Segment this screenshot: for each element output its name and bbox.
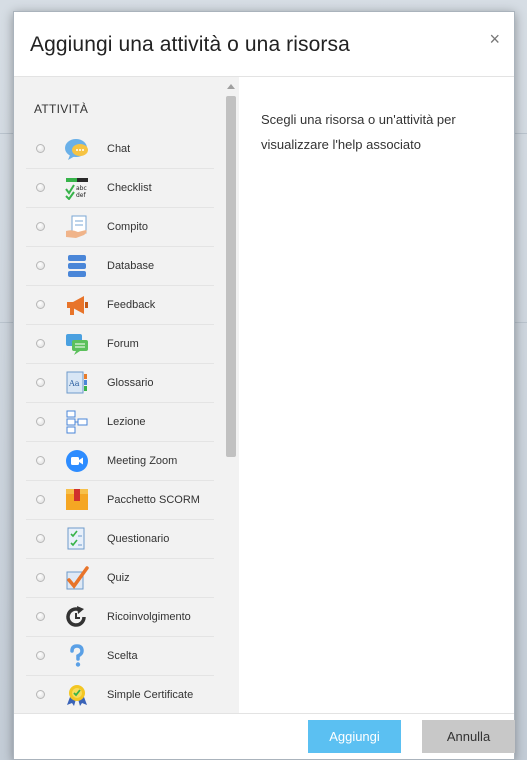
- certificate-icon: [67, 685, 87, 706]
- dialog-header: Aggiungi una attività o una risorsa ×: [14, 12, 514, 77]
- activity-label: Questionario: [107, 533, 170, 545]
- activity-item-scorm[interactable]: Pacchetto SCORM: [26, 481, 214, 520]
- radio-button[interactable]: [36, 144, 45, 153]
- svg-text:abc: abc: [76, 185, 87, 192]
- help-text: Scegli una risorsa o un'attività per vis…: [261, 112, 456, 152]
- megaphone-icon: [67, 296, 88, 315]
- activity-item-meeting-zoom[interactable]: Meeting Zoom: [26, 442, 214, 481]
- section-title: ATTIVITÀ: [34, 102, 89, 116]
- activity-label: Lezione: [107, 416, 146, 428]
- svg-text:def: def: [76, 192, 87, 199]
- activity-label: Forum: [107, 338, 139, 350]
- radio-button[interactable]: [36, 339, 45, 348]
- activity-label: Scelta: [107, 650, 138, 662]
- activity-label: Simple Certificate: [107, 689, 194, 701]
- cancel-button[interactable]: Annulla: [422, 720, 515, 753]
- activity-label: Pacchetto SCORM: [107, 494, 200, 506]
- activity-label: Database: [107, 260, 155, 272]
- svg-text:Aa: Aa: [68, 379, 80, 388]
- question-mark-icon: [70, 644, 84, 667]
- radio-button[interactable]: [36, 261, 45, 270]
- activity-label: Checklist: [107, 182, 152, 194]
- scrollbar-thumb[interactable]: [226, 96, 236, 457]
- help-pane: Scegli una risorsa o un'attività per vis…: [239, 77, 514, 713]
- radio-button[interactable]: [36, 534, 45, 543]
- radio-button[interactable]: [36, 417, 45, 426]
- radio-button[interactable]: [36, 495, 45, 504]
- activity-label: Quiz: [107, 572, 130, 584]
- lesson-icon: [66, 410, 88, 434]
- activity-label: Feedback: [107, 299, 156, 311]
- radio-button[interactable]: [36, 573, 45, 582]
- zoom-camera-icon: [66, 450, 88, 472]
- activity-item-forum[interactable]: Forum: [26, 325, 214, 364]
- activity-list-pane: ATTIVITÀ Chat abc def Checklist Compito …: [14, 77, 239, 713]
- scroll-up-icon[interactable]: [227, 84, 235, 89]
- radio-button[interactable]: [36, 378, 45, 387]
- database-icon: [68, 255, 86, 277]
- activity-item-compito[interactable]: Compito: [26, 208, 214, 247]
- activity-item-chat[interactable]: Chat: [26, 130, 214, 169]
- radio-button[interactable]: [36, 456, 45, 465]
- add-button[interactable]: Aggiungi: [308, 720, 401, 753]
- chat-icon: [65, 139, 88, 160]
- activity-item-checklist[interactable]: abc def Checklist: [26, 169, 214, 208]
- assignment-icon: [66, 215, 87, 238]
- activity-item-quiz[interactable]: Quiz: [26, 559, 214, 598]
- activity-list: Chat abc def Checklist Compito Database …: [14, 130, 224, 713]
- radio-button[interactable]: [36, 690, 45, 699]
- activity-item-questionario[interactable]: Questionario: [26, 520, 214, 559]
- radio-button[interactable]: [36, 612, 45, 621]
- activity-item-database[interactable]: Database: [26, 247, 214, 286]
- dialog-title: Aggiungi una attività o una risorsa: [30, 33, 350, 56]
- activity-item-simple-certificate[interactable]: Simple Certificate: [26, 676, 214, 713]
- close-icon[interactable]: ×: [489, 30, 500, 48]
- activity-label: Compito: [107, 221, 148, 233]
- activity-item-glossario[interactable]: Aa Glossario: [26, 364, 214, 403]
- radio-button[interactable]: [36, 300, 45, 309]
- activity-item-feedback[interactable]: Feedback: [26, 286, 214, 325]
- quiz-icon: [66, 566, 89, 590]
- radio-button[interactable]: [36, 651, 45, 660]
- activity-item-scelta[interactable]: Scelta: [26, 637, 214, 676]
- activity-label: Glossario: [107, 377, 154, 389]
- reengagement-icon: [66, 606, 86, 627]
- activity-item-lezione[interactable]: Lezione: [26, 403, 214, 442]
- checklist-icon: abc def: [65, 178, 88, 200]
- radio-button[interactable]: [36, 222, 45, 231]
- questionnaire-icon: [67, 527, 85, 550]
- scorm-package-icon: [66, 489, 88, 510]
- glossary-icon: Aa: [66, 371, 87, 394]
- dialog-footer: Aggiungi Annulla: [14, 713, 515, 759]
- activity-chooser-dialog: Aggiungi una attività o una risorsa × AT…: [13, 11, 515, 760]
- radio-button[interactable]: [36, 183, 45, 192]
- activity-label: Ricoinvolgimento: [107, 611, 191, 623]
- forum-icon: [66, 334, 88, 355]
- activity-item-ricoinvolgimento[interactable]: Ricoinvolgimento: [26, 598, 214, 637]
- activity-label: Chat: [107, 143, 131, 155]
- activity-label: Meeting Zoom: [107, 455, 178, 467]
